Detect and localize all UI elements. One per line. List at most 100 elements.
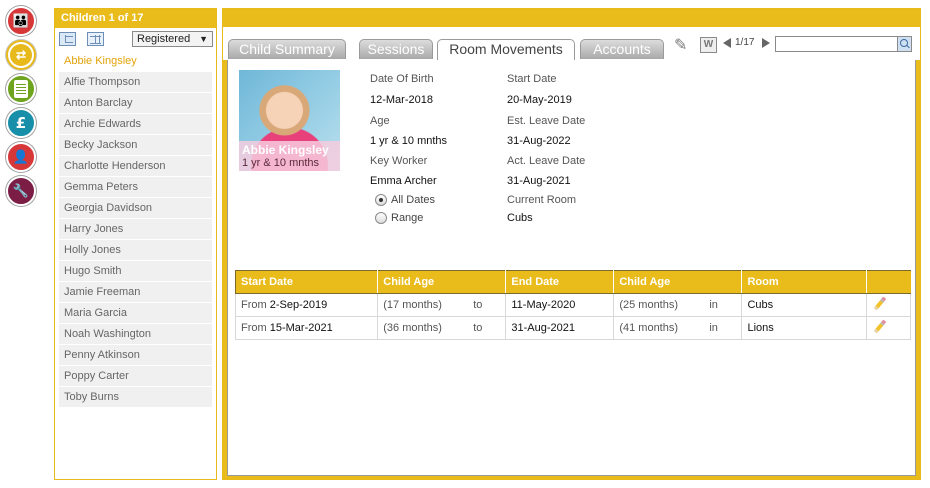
edit-pencil-icon[interactable] [872, 296, 888, 312]
edit-pencil-icon[interactable] [872, 319, 888, 335]
cell-start-date: From 15-Mar-2021 [234, 316, 379, 340]
child-list-item[interactable]: Poppy Carter [59, 366, 212, 387]
start-date: 2-Sep-2019 [269, 299, 328, 311]
radio-range-control[interactable] [375, 212, 387, 224]
start-age: (36 months) [383, 322, 442, 334]
tab-sessions[interactable]: Sessions [359, 39, 433, 59]
previous-child-icon[interactable] [723, 38, 731, 48]
word-export-icon[interactable]: W [700, 37, 717, 53]
child-list-item[interactable]: Charlotte Henderson [59, 156, 212, 177]
cell-end-date: 11-May-2020 [505, 293, 615, 317]
app-nav-rail: 👪 ⇄ £ 👤 🔧 [6, 6, 38, 210]
child-list-item[interactable]: Toby Burns [59, 387, 212, 408]
list-view-icon[interactable] [59, 32, 76, 46]
to-label: to [473, 322, 483, 334]
children-toolbar: Registered ▼ [55, 28, 216, 51]
start-date-value: 20-May-2019 [507, 94, 572, 106]
movement-rows: From 2-Sep-2019 (17 months) to 11-May-2020(… [234, 293, 912, 340]
in-label: in [709, 322, 718, 334]
act-leave-date-label: Act. Leave Date [507, 155, 586, 167]
edit-pencil-icon[interactable]: ✎ [674, 35, 694, 55]
radio-all-dates-label: All Dates [391, 194, 436, 206]
tab-accounts[interactable]: Accounts [580, 39, 664, 59]
from-label: From [241, 322, 267, 334]
in-label: in [709, 299, 718, 311]
child-list-item[interactable]: Anton Barclay [59, 93, 212, 114]
column-child-age-end: Child Age [613, 270, 743, 294]
search-input[interactable] [775, 36, 912, 52]
column-end-date: End Date [505, 270, 615, 294]
tab-child-summary[interactable]: Child Summary [228, 39, 346, 59]
children-panel: Children 1 of 17 Registered ▼ Abbie King… [54, 8, 217, 480]
child-list-item[interactable]: Becky Jackson [59, 135, 212, 156]
column-start-date: Start Date [234, 270, 379, 294]
end-age: (41 months) [619, 322, 679, 334]
cell-end-date: 31-Aug-2021 [505, 316, 615, 340]
cell-actions [866, 293, 912, 317]
search-icon[interactable] [897, 37, 911, 51]
age-label: Age [370, 115, 390, 127]
staff-icon[interactable]: 👤 [6, 142, 36, 172]
settings-icon[interactable]: 🔧 [6, 176, 36, 206]
start-age: (17 months) [383, 299, 442, 311]
cell-room: Lions [741, 316, 867, 340]
radio-range-label: Range [391, 212, 424, 224]
room-movements-icon[interactable]: ⇄ [6, 40, 36, 70]
radio-range[interactable]: Range [375, 212, 423, 224]
record-counter: 1/17 [735, 37, 755, 48]
tab-strip: Child Summary Sessions Room Movements Ac… [223, 27, 920, 60]
column-child-age-start: Child Age [377, 270, 507, 294]
child-list-item[interactable]: Maria Garcia [59, 303, 212, 324]
child-list-item[interactable]: Holly Jones [59, 240, 212, 261]
child-photo: Abbie Kingsley 1 yr & 10 mnths [239, 70, 340, 171]
child-list: Abbie Kingsley Alfie Thompson Anton Barcla… [55, 51, 216, 408]
dob-value: 12-Mar-2018 [370, 94, 433, 106]
start-date: 15-Mar-2021 [269, 322, 333, 334]
est-leave-date-value: 31-Aug-2022 [507, 135, 571, 147]
tab-room-movements[interactable]: Room Movements [437, 39, 575, 60]
child-list-item[interactable]: Gemma Peters [59, 177, 212, 198]
photo-child-name: Abbie Kingsley [242, 143, 329, 157]
to-label: to [473, 299, 483, 311]
child-list-item[interactable]: Jamie Freeman [59, 282, 212, 303]
status-filter-select[interactable]: Registered ▼ [132, 31, 213, 47]
main-panel: Child Summary Sessions Room Movements Ac… [222, 8, 921, 480]
column-actions [866, 270, 911, 294]
dob-label: Date Of Birth [370, 73, 434, 85]
child-list-item[interactable]: Georgia Davidson [59, 198, 212, 219]
child-list-item[interactable]: Hugo Smith [59, 261, 212, 282]
next-child-icon[interactable] [762, 38, 770, 48]
column-room: Room [741, 270, 867, 294]
room-movements-content: Abbie Kingsley 1 yr & 10 mnths Date Of B… [227, 60, 916, 476]
est-leave-date-label: Est. Leave Date [507, 115, 586, 127]
cell-room: Cubs [741, 293, 867, 317]
child-list-item[interactable]: Archie Edwards [59, 114, 212, 135]
child-list-item[interactable]: Harry Jones [59, 219, 212, 240]
table-row: From 15-Mar-2021 (36 months) to 31-Aug-2021… [234, 316, 912, 340]
children-count-header: Children 1 of 17 [55, 9, 216, 28]
key-worker-value: Emma Archer [370, 175, 437, 187]
child-list-item[interactable]: Alfie Thompson [59, 72, 212, 93]
child-list-item[interactable]: Abbie Kingsley [59, 51, 212, 72]
start-date-label: Start Date [507, 73, 557, 85]
cell-end-age: (41 months) in [613, 316, 743, 340]
radio-all-dates[interactable]: All Dates [375, 194, 435, 206]
grid-view-icon[interactable] [87, 32, 104, 46]
child-list-item[interactable]: Penny Atkinson [59, 345, 212, 366]
current-room-value: Cubs [507, 212, 533, 224]
finance-icon[interactable]: £ [6, 108, 36, 138]
table-row: From 2-Sep-2019 (17 months) to 11-May-2020(… [234, 293, 912, 317]
radio-all-dates-control[interactable] [375, 194, 387, 206]
from-label: From [241, 299, 267, 311]
children-group-icon[interactable]: 👪 [6, 6, 36, 36]
cell-actions [866, 316, 912, 340]
status-filter-value: Registered [137, 33, 191, 45]
cell-start-age: (36 months) to [377, 316, 507, 340]
act-leave-date-value: 31-Aug-2021 [507, 175, 571, 187]
key-worker-label: Key Worker [370, 155, 428, 167]
cell-start-age: (17 months) to [377, 293, 507, 317]
reports-icon[interactable] [6, 74, 36, 104]
cell-start-date: From 2-Sep-2019 [234, 293, 379, 317]
current-room-label: Current Room [507, 194, 577, 206]
child-list-item[interactable]: Noah Washington [59, 324, 212, 345]
